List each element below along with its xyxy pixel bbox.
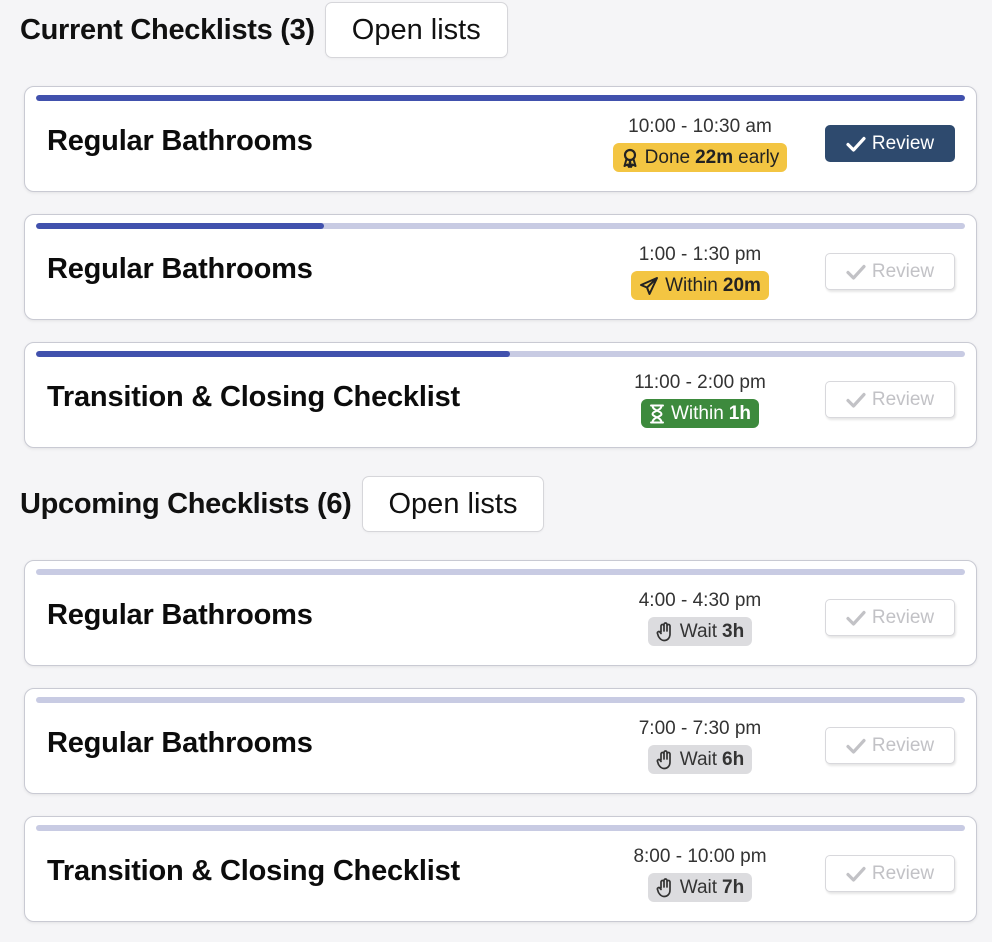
status-badge: Within 20m bbox=[631, 271, 769, 300]
badge-label: Wait bbox=[679, 620, 718, 642]
current-checklists-header: Current Checklists (3) Open lists bbox=[20, 1, 508, 59]
checklist-meta: 10:00 - 10:30 am Done 22m early bbox=[535, 115, 865, 172]
time-range: 7:00 - 7:30 pm bbox=[638, 718, 762, 739]
progress-bar bbox=[36, 223, 965, 229]
open-upcoming-lists-button[interactable]: Open lists bbox=[361, 476, 545, 532]
checklist-meta: 4:00 - 4:30 pm Wait 3h bbox=[535, 589, 865, 646]
badge-label: Wait bbox=[679, 748, 718, 770]
hourglass-icon bbox=[649, 404, 665, 424]
review-button[interactable]: Review bbox=[825, 253, 955, 290]
review-label: Review bbox=[871, 132, 935, 154]
badge-value: 6h bbox=[722, 748, 745, 770]
review-button[interactable]: Review bbox=[825, 125, 955, 162]
badge-label: Wait bbox=[679, 876, 718, 898]
progress-bar bbox=[36, 351, 965, 357]
checklist-title: Regular Bathrooms bbox=[47, 599, 313, 631]
review-label: Review bbox=[871, 734, 935, 756]
time-range: 10:00 - 10:30 am bbox=[628, 116, 772, 137]
check-icon bbox=[846, 392, 866, 408]
progress-bar bbox=[36, 95, 965, 101]
checklist-meta: 7:00 - 7:30 pm Wait 6h bbox=[535, 717, 865, 774]
review-button[interactable]: Review bbox=[825, 727, 955, 764]
status-badge: Done 22m early bbox=[612, 143, 788, 172]
checklist-title: Regular Bathrooms bbox=[47, 253, 313, 285]
status-badge: Wait 3h bbox=[647, 617, 753, 646]
progress-bar bbox=[36, 825, 965, 831]
progress-fill bbox=[36, 223, 324, 229]
checklist-card-2[interactable]: Regular Bathrooms 1:00 - 1:30 pm Within … bbox=[24, 214, 977, 320]
checklist-card-3[interactable]: Transition & Closing Checklist 11:00 - 2… bbox=[24, 342, 977, 448]
checklist-meta: 8:00 - 10:00 pm Wait 7h bbox=[535, 845, 865, 902]
hand-icon bbox=[656, 621, 674, 642]
checklist-meta: 1:00 - 1:30 pm Within 20m bbox=[535, 243, 865, 300]
check-icon bbox=[846, 136, 866, 152]
check-icon bbox=[846, 738, 866, 754]
review-button[interactable]: Review bbox=[825, 855, 955, 892]
upcoming-checklists-header: Upcoming Checklists (6) Open lists bbox=[20, 475, 545, 533]
paper-plane-icon bbox=[639, 276, 659, 296]
upcoming-checklists-title: Upcoming Checklists (6) bbox=[20, 487, 352, 520]
hand-icon bbox=[656, 749, 674, 770]
time-range: 8:00 - 10:00 pm bbox=[633, 846, 767, 867]
review-button[interactable]: Review bbox=[825, 381, 955, 418]
hand-icon bbox=[656, 877, 674, 898]
checklist-title: Regular Bathrooms bbox=[47, 727, 313, 759]
badge-value: 7h bbox=[722, 876, 745, 898]
status-badge: Wait 7h bbox=[647, 873, 753, 902]
review-label: Review bbox=[871, 606, 935, 628]
badge-value: 1h bbox=[728, 402, 751, 424]
review-label: Review bbox=[871, 260, 935, 282]
progress-fill bbox=[36, 95, 965, 101]
open-current-lists-button[interactable]: Open lists bbox=[324, 2, 508, 58]
current-checklists-title: Current Checklists (3) bbox=[20, 13, 315, 46]
checklist-meta: 11:00 - 2:00 pm Within 1h bbox=[535, 371, 865, 428]
review-label: Review bbox=[871, 862, 935, 884]
check-icon bbox=[846, 610, 866, 626]
badge-label: Within bbox=[671, 402, 724, 424]
check-icon bbox=[846, 264, 866, 280]
checklist-card-5[interactable]: Regular Bathrooms 7:00 - 7:30 pm Wait 6h… bbox=[24, 688, 977, 794]
review-button[interactable]: Review bbox=[825, 599, 955, 636]
time-range: 4:00 - 4:30 pm bbox=[638, 590, 762, 611]
badge-suffix: early bbox=[738, 146, 780, 168]
check-icon bbox=[846, 866, 866, 882]
time-range: 1:00 - 1:30 pm bbox=[638, 244, 762, 265]
checklist-card-6[interactable]: Transition & Closing Checklist 8:00 - 10… bbox=[24, 816, 977, 922]
checklist-title: Transition & Closing Checklist bbox=[47, 855, 460, 887]
badge-value: 3h bbox=[722, 620, 745, 642]
badge-label: Done bbox=[644, 146, 691, 168]
badge-value: 22m bbox=[695, 146, 734, 168]
checklist-card-4[interactable]: Regular Bathrooms 4:00 - 4:30 pm Wait 3h… bbox=[24, 560, 977, 666]
checklist-title: Transition & Closing Checklist bbox=[47, 381, 460, 413]
award-icon bbox=[621, 148, 639, 168]
progress-bar bbox=[36, 569, 965, 575]
checklist-card-1[interactable]: Regular Bathrooms 10:00 - 10:30 am Done … bbox=[24, 86, 977, 192]
time-range: 11:00 - 2:00 pm bbox=[634, 372, 766, 393]
progress-bar bbox=[36, 697, 965, 703]
status-badge: Wait 6h bbox=[647, 745, 753, 774]
badge-label: Within bbox=[665, 274, 718, 296]
review-label: Review bbox=[871, 388, 935, 410]
checklist-title: Regular Bathrooms bbox=[47, 125, 313, 157]
progress-fill bbox=[36, 351, 510, 357]
status-badge: Within 1h bbox=[641, 399, 759, 428]
badge-value: 20m bbox=[722, 274, 761, 296]
